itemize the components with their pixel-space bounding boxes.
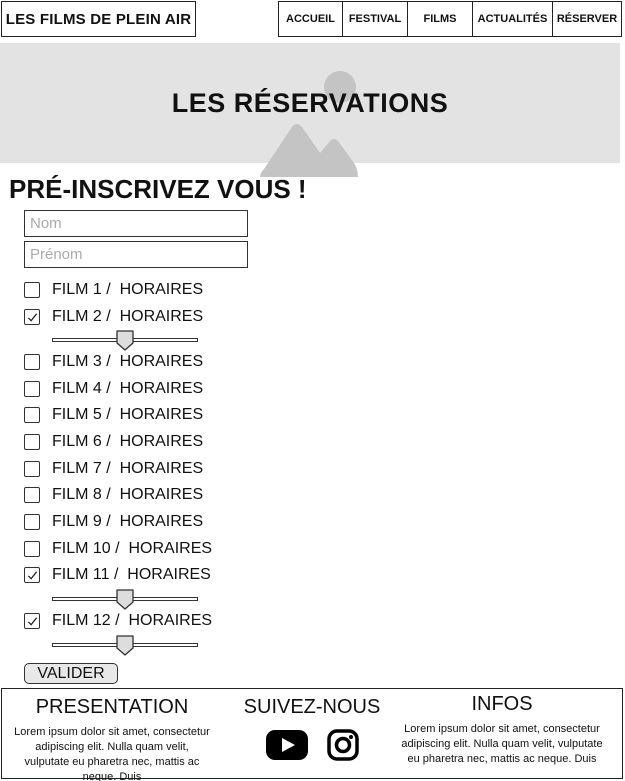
film-row: FILM 9 / HORAIRES xyxy=(24,512,203,532)
film-row: FILM 10 / HORAIRES xyxy=(24,539,212,559)
footer-presentation-text: Lorem ipsum dolor sit amet, consectetur … xyxy=(14,726,210,781)
slider-thumb[interactable] xyxy=(115,329,135,351)
footer-presentation: PRESENTATION Lorem ipsum dolor sit amet,… xyxy=(12,696,212,781)
film-label: FILM 2 / HORAIRES xyxy=(52,308,204,325)
image-placeholder-icon xyxy=(260,71,358,177)
social-links xyxy=(230,729,394,766)
film-row: FILM 5 / HORAIRES xyxy=(24,405,203,425)
nav-item-films[interactable]: FILMS xyxy=(408,2,473,36)
film-row: FILM 3 / HORAIRES xyxy=(24,352,203,372)
film-checkbox[interactable] xyxy=(24,514,40,530)
film-row: FILM 2 / HORAIRES xyxy=(24,307,203,327)
film-checkbox[interactable] xyxy=(24,434,40,450)
film-label: FILM 9 / HORAIRES xyxy=(52,513,204,530)
slider-thumb[interactable] xyxy=(115,634,135,656)
youtube-icon[interactable] xyxy=(265,729,309,766)
footer: PRESENTATION Lorem ipsum dolor sit amet,… xyxy=(1,688,623,781)
film-checkbox[interactable] xyxy=(24,613,40,629)
film-label: FILM 6 / HORAIRES xyxy=(52,433,204,450)
film-label: FILM 12 / HORAIRES xyxy=(52,612,213,629)
film-label: FILM 3 / HORAIRES xyxy=(52,353,204,370)
film-row: FILM 4 / HORAIRES xyxy=(24,379,203,399)
hero-banner: LES RÉSERVATIONS xyxy=(0,43,620,177)
film-checkbox[interactable] xyxy=(24,354,40,370)
film-label: FILM 1 / HORAIRES xyxy=(52,281,204,298)
film-checkbox[interactable] xyxy=(24,407,40,423)
main-nav: ACCUEIL FESTIVAL FILMS ACTUALITÉS RÉSERV… xyxy=(278,1,622,37)
film-checkbox[interactable] xyxy=(24,461,40,477)
film-label: FILM 8 / HORAIRES xyxy=(52,486,204,503)
nav-item-accueil[interactable]: ACCUEIL xyxy=(279,2,343,36)
showtime-slider[interactable] xyxy=(52,634,198,658)
film-checkbox[interactable] xyxy=(24,381,40,397)
film-checkbox[interactable] xyxy=(24,309,40,325)
form-title: PRÉ-INSCRIVEZ VOUS ! xyxy=(9,174,307,204)
film-label: FILM 7 / HORAIRES xyxy=(52,460,204,477)
nav-item-reserver[interactable]: RÉSERVER xyxy=(553,2,621,36)
film-row: FILM 12 / HORAIRES xyxy=(24,611,212,631)
footer-follow: SUIVEZ-NOUS xyxy=(230,696,394,766)
showtime-slider[interactable] xyxy=(52,588,198,612)
site-logo[interactable]: LES FILMS DE PLEIN AIR xyxy=(1,1,196,37)
submit-button[interactable]: VALIDER xyxy=(24,663,118,684)
footer-presentation-heading: PRESENTATION xyxy=(35,696,189,718)
film-checkbox[interactable] xyxy=(24,282,40,298)
film-checkbox[interactable] xyxy=(24,487,40,503)
last-name-input[interactable] xyxy=(24,210,248,237)
film-row: FILM 7 / HORAIRES xyxy=(24,459,203,479)
film-row: FILM 8 / HORAIRES xyxy=(24,485,203,505)
film-row: FILM 6 / HORAIRES xyxy=(24,432,203,452)
film-checkbox[interactable] xyxy=(24,541,40,557)
footer-infos-text: Lorem ipsum dolor sit amet, consectetur … xyxy=(401,723,603,765)
footer-infos: INFOS Lorem ipsum dolor sit amet, consec… xyxy=(395,693,609,767)
film-row: FILM 11 / HORAIRES xyxy=(24,565,211,585)
footer-follow-heading: SUIVEZ-NOUS xyxy=(243,696,381,718)
film-label: FILM 5 / HORAIRES xyxy=(52,406,204,423)
page-title: LES RÉSERVATIONS xyxy=(171,87,449,118)
film-row: FILM 1 / HORAIRES xyxy=(24,280,203,300)
instagram-icon[interactable] xyxy=(327,729,359,766)
slider-thumb[interactable] xyxy=(115,588,135,610)
nav-item-festival[interactable]: FESTIVAL xyxy=(343,2,408,36)
first-name-input[interactable] xyxy=(24,241,248,268)
film-label: FILM 10 / HORAIRES xyxy=(52,540,213,557)
film-label: FILM 11 / HORAIRES xyxy=(52,566,211,583)
nav-item-actualites[interactable]: ACTUALITÉS xyxy=(473,2,553,36)
showtime-slider[interactable] xyxy=(52,329,198,353)
film-checkbox[interactable] xyxy=(24,567,40,583)
film-label: FILM 4 / HORAIRES xyxy=(52,380,204,397)
footer-infos-heading: INFOS xyxy=(471,693,533,715)
